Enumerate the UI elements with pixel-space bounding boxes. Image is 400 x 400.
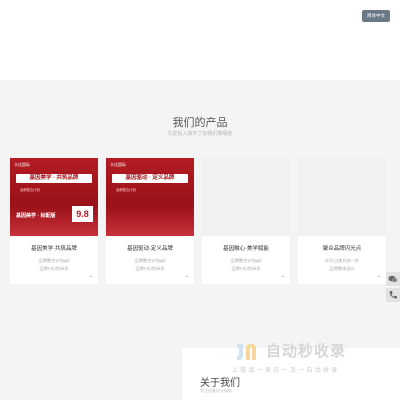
product-card-line: 品牌VI识别体系 [135, 266, 165, 271]
product-card-line: 30天日夜共创一份 [325, 258, 359, 263]
banner-logo: 卡达国际 [110, 162, 126, 167]
product-card-image: 卡达国际 基因美学 · 共筑品牌 品牌整合计划 基因美学 · 标配版 9.8 [10, 158, 98, 236]
product-card-line: 品牌VI识别体系 [39, 266, 69, 271]
products-section-title: 我们的产品 [172, 117, 228, 129]
products-section-subtitle: 凡爱投入做不了好我们做哪些 [167, 131, 233, 137]
product-card-image [202, 158, 290, 236]
arrow-right-icon[interactable]: → [376, 273, 381, 279]
product-card-name: 聚众品牌闪光点 [322, 246, 362, 252]
watermark-logo-icon [237, 344, 256, 360]
product-card-line: 品牌整合计划ppt [134, 258, 166, 263]
arrow-right-icon[interactable]: → [280, 273, 285, 279]
wechat-icon[interactable] [386, 272, 400, 286]
banner-subline: 品牌整合计划 [20, 188, 40, 192]
watermark-brand: 自动秒收录 [266, 343, 347, 360]
product-card[interactable]: 卡达国际 基因驱动 · 定义品牌 品牌整合计划 基因驱动·定义品牌 品牌整合计划… [106, 158, 194, 284]
product-card[interactable]: 基因触心·美学赋能 品牌整合计划ppt 品牌VI识别体系 → [202, 158, 290, 284]
arrow-right-icon[interactable]: → [88, 273, 93, 279]
about-section-title: 关于我们 [200, 378, 240, 389]
banner-subline: 品牌整合计划 [116, 188, 136, 192]
phone-icon[interactable] [386, 288, 400, 302]
banner-headline: 基因驱动 · 定义品牌 [112, 174, 188, 183]
about-section-subtitle: 专注创意设计服务 [200, 388, 232, 393]
product-card-name: 基因驱动·定义品牌 [127, 246, 173, 252]
arrow-right-icon[interactable]: → [184, 273, 189, 279]
side-toolbar [386, 272, 400, 304]
product-card-line: 品牌整合计划ppt [230, 258, 262, 263]
product-card[interactable]: 聚众品牌闪光点 30天日夜共创一份 品牌整体设计 → [298, 158, 386, 284]
product-card-name: 基因美学·共筑品牌 [31, 246, 77, 252]
product-card-image [298, 158, 386, 236]
product-card-line: 品牌整体设计 [329, 266, 355, 271]
product-card-line: 品牌整合计划ppt [38, 258, 70, 263]
language-switch-button[interactable]: 简体中文 [362, 10, 390, 22]
banner-headline: 基因美学 · 共筑品牌 [16, 174, 92, 183]
hero-banner: 简体中文 [0, 0, 400, 80]
product-card-image: 卡达国际 基因驱动 · 定义品牌 品牌整合计划 [106, 158, 194, 236]
banner-logo: 卡达国际 [14, 162, 30, 167]
banner-footer: 基因美学 · 标配版 [16, 213, 56, 219]
product-card-line: 品牌VI识别体系 [231, 266, 261, 271]
product-card[interactable]: 卡达国际 基因美学 · 共筑品牌 品牌整合计划 基因美学 · 标配版 9.8 基… [10, 158, 98, 284]
product-card-name: 基因触心·美学赋能 [223, 246, 269, 252]
watermark-tagline: 上 链 接 一 来 访 一 次 一 自 动 收 录 [232, 368, 338, 374]
banner-price: 9.8 [72, 206, 93, 222]
